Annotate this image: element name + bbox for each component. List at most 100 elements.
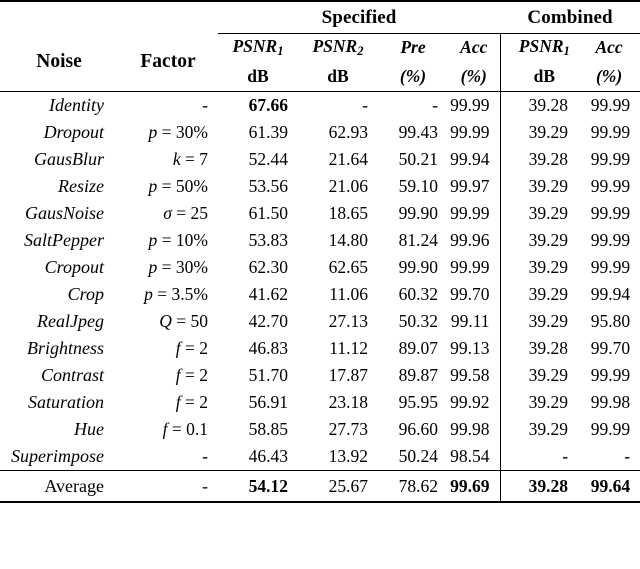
cell-factor: f = 0.1 [118, 416, 218, 443]
cell-comb-psnr1: 39.28 [499, 335, 579, 362]
column-header-noise: Noise [36, 51, 82, 73]
cell-spec-psnr1: 51.70 [248, 365, 288, 385]
cell-spec-pre: 60.32 [398, 284, 438, 304]
cell-spec-psnr1: 52.44 [248, 149, 288, 169]
unit-comb-psnr1: dB [499, 61, 579, 92]
column-header-spec-acc: Acc [460, 37, 488, 57]
factor-value: = 50 [171, 311, 208, 331]
unit-comb-acc: (%) [595, 65, 623, 86]
column-header-spec-psnr2: PSNR2 [298, 34, 378, 62]
table-row: Superimpose -46.43 13.92 50.24 98.54- - [0, 443, 640, 471]
cell-spec-psnr2: 18.65 [328, 203, 368, 223]
column-header-spec-pre: Pre [400, 37, 426, 57]
cell-spec-psnr1: 41.62 [248, 284, 288, 304]
group-header-combined: Combined [500, 0, 640, 34]
table-head: Specified Combined Noise Factor PSNR1 PS… [0, 0, 640, 92]
cell-spec-acc: 99.92 [450, 392, 490, 412]
cell-spec-acc: 99.99 [450, 203, 490, 223]
cell-comb-acc: - [624, 446, 631, 466]
cell-factor: f = 2 [118, 362, 218, 389]
cell-comb-psnr1: 39.29 [499, 200, 579, 227]
cell-noise-name: Brightness [26, 338, 104, 358]
cell-spec-psnr1: 58.85 [248, 419, 288, 439]
group-header-row: Specified Combined [0, 0, 640, 34]
cell-spec-acc: 99.98 [450, 419, 490, 439]
cell-comb-acc: 99.98 [590, 392, 631, 412]
cell-comb-psnr1: - [499, 443, 579, 471]
cell-comb-acc: 99.99 [590, 230, 631, 250]
cell-spec-acc: 99.69 [448, 470, 501, 503]
cell-spec-psnr2: 23.18 [328, 392, 368, 412]
factor-symbol: k [172, 149, 181, 169]
cell-factor: p = 50% [118, 173, 218, 200]
cell-spec-psnr1: 67.66 [218, 91, 298, 119]
cell-spec-psnr2: - [298, 91, 378, 119]
table-row: SaltPepper p = 10% 53.83 14.80 81.24 99.96 39.… [0, 227, 640, 254]
factor-value: = 0.1 [167, 419, 208, 439]
factor-symbol: p [144, 284, 153, 304]
table-row: GausBlur k = 7 52.44 21.64 50.21 99.94 39.28 99… [0, 146, 640, 173]
factor-symbol: p [148, 122, 158, 142]
group-header-empty-noise [0, 0, 118, 34]
cell-noise-name: Resize [58, 176, 104, 196]
cell-spec-psnr2: 25.67 [298, 470, 378, 503]
factor-symbol: σ [163, 203, 172, 223]
table-body: Identity -67.66- -99.99 39.28 99.99 Dropout p … [0, 91, 640, 503]
factor-value: = 7 [180, 149, 208, 169]
cell-factor: p = 30% [118, 119, 218, 146]
factor-value: = 30% [157, 257, 208, 277]
table-row: Cropout p = 30% 62.30 62.65 99.90 99.99 39.29 9… [0, 254, 640, 281]
cell-comb-acc: 99.99 [578, 91, 640, 119]
cell-spec-pre: 99.90 [398, 257, 438, 277]
cell-noise-name: Hue [74, 419, 104, 439]
cell-spec-pre: 78.62 [378, 470, 448, 503]
cell-comb-psnr1: 39.29 [499, 227, 579, 254]
cell-comb-psnr1: 39.28 [499, 470, 579, 503]
cell-comb-psnr1: 39.29 [499, 389, 579, 416]
cell-noise-name: Superimpose [11, 446, 104, 466]
cell-spec-pre: 81.24 [398, 230, 438, 250]
unit-spec-psnr1: dB [247, 65, 269, 86]
cell-noise-name: SaltPepper [24, 230, 104, 250]
cell-spec-acc: 99.94 [450, 149, 490, 169]
cell-spec-pre: 95.95 [398, 392, 438, 412]
cell-spec-psnr1: 46.43 [248, 446, 288, 466]
cell-noise-name: GausNoise [24, 203, 104, 223]
cell-comb-acc: 99.94 [590, 284, 631, 304]
cell-spec-pre: 50.32 [398, 311, 438, 331]
cell-spec-acc: 99.99 [448, 91, 501, 119]
cell-spec-acc: 99.70 [450, 284, 490, 304]
cell-factor: - [202, 446, 208, 466]
cell-factor: σ = 25 [118, 200, 218, 227]
cell-spec-psnr1: 56.91 [248, 392, 288, 412]
cell-spec-psnr2: 21.64 [328, 149, 368, 169]
table-row: Dropout p = 30% 61.39 62.93 99.43 99.99 39.29 9… [0, 119, 640, 146]
unit-spec-pre: (%) [399, 65, 427, 86]
cell-spec-psnr2: 27.73 [328, 419, 368, 439]
cell-factor: - [118, 91, 218, 119]
table-row: Saturation f = 2 56.91 23.18 95.95 99.92 39.29… [0, 389, 640, 416]
cell-spec-psnr2: 62.93 [328, 122, 368, 142]
cell-spec-psnr1: 61.39 [248, 122, 288, 142]
cell-spec-pre: 99.43 [398, 122, 438, 142]
cell-comb-psnr1: 39.29 [499, 308, 579, 335]
cell-spec-psnr2: 17.87 [328, 365, 368, 385]
factor-value: = 2 [180, 392, 208, 412]
cell-spec-psnr2: 21.06 [328, 176, 368, 196]
column-header-factor: Factor [140, 51, 196, 73]
table-row: Crop p = 3.5% 41.62 11.06 60.32 99.70 39.29 99.… [0, 281, 640, 308]
table-row-average: Average -54.12 25.67 78.62 99.69 39.28 99.64 [0, 470, 640, 503]
comb-psnr1-subscript: 1 [563, 43, 570, 58]
cell-comb-psnr1: 39.29 [499, 362, 579, 389]
cell-spec-psnr1: 62.30 [248, 257, 288, 277]
factor-symbol: p [148, 230, 158, 250]
spec-psnr1-symbol: PSNR [232, 36, 278, 57]
group-header-empty-factor [118, 0, 218, 34]
cell-spec-acc: 99.58 [450, 365, 490, 385]
cell-comb-acc: 95.80 [590, 311, 631, 331]
cell-comb-psnr1: 39.29 [499, 416, 579, 443]
comb-psnr1-symbol: PSNR [518, 36, 564, 57]
cell-comb-psnr1: 39.29 [499, 173, 579, 200]
cell-spec-pre: 99.90 [398, 203, 438, 223]
cell-comb-acc: 99.99 [590, 365, 631, 385]
